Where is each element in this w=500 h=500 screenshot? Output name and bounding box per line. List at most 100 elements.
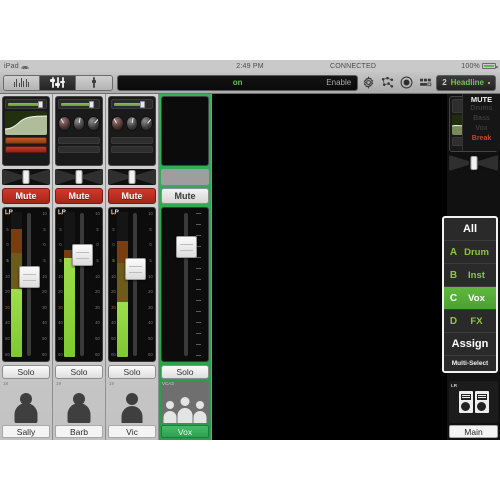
network-nodes-icon[interactable] (381, 76, 394, 89)
group-letter: A (449, 246, 458, 258)
pan-control[interactable] (55, 169, 103, 185)
comp-meter-bar[interactable] (58, 137, 100, 144)
channel-name[interactable]: Sally (2, 425, 50, 438)
fader-scale-right: 10 5 0 5 10 20 30 40 50 60 (42, 211, 47, 357)
channel-avatar[interactable]: 19 (108, 381, 156, 423)
fader-handle[interactable] (125, 258, 146, 280)
eq-knob-row[interactable] (111, 111, 154, 135)
view-mixer-button[interactable] (40, 75, 76, 90)
view-channel-button[interactable] (76, 75, 112, 90)
fader-scale-right: 10 5 0 5 10 20 30 40 50 60 (148, 211, 153, 357)
fader-block[interactable]: LR 10 5 0 5 10 20 30 40 50 60 10 5 0 5 10 20 30 40 50 60 (108, 207, 156, 362)
record-circle-icon[interactable] (400, 76, 413, 89)
view-meters-button[interactable] (4, 75, 40, 90)
preset-selector[interactable]: 2 Headline (436, 74, 496, 91)
solo-button[interactable]: Solo (55, 365, 103, 379)
fader-track[interactable] (184, 213, 188, 356)
fader-block[interactable]: LR 10 5 0 5 10 20 30 40 50 60 10 5 0 5 10 20 30 40 50 60 (55, 207, 103, 362)
channel-strip-sally[interactable]: Mute LR 10 5 0 5 10 20 30 40 50 60 10 5 0 5 10 20 30 40 (0, 94, 53, 440)
mute-groups-panel[interactable]: MUTE Drums Bass Vox Break (462, 94, 500, 151)
gate-meter-bar[interactable] (5, 146, 47, 153)
group-option-a-drum[interactable]: A Drum (444, 241, 496, 264)
fader-handle[interactable] (72, 244, 93, 266)
channel-avatar[interactable]: 19 (55, 381, 103, 423)
channel-number: 19 (109, 381, 115, 386)
assign-button[interactable]: Assign (444, 333, 496, 356)
male-silhouette-icon (121, 393, 143, 423)
mute-button[interactable]: Mute (108, 188, 156, 204)
mute-group-item-drums[interactable]: Drums (465, 104, 498, 114)
eq-high-knob[interactable] (87, 115, 101, 131)
enable-label[interactable]: Enable (326, 78, 351, 87)
channel-avatar[interactable]: VCA3 (161, 381, 209, 423)
fader-block[interactable] (161, 207, 209, 362)
fader-handle[interactable] (176, 236, 197, 258)
ipad-screen: iPad 2:49 PM CONNECTED 100% on Enable 2 … (0, 60, 500, 440)
processing-block[interactable] (2, 96, 50, 166)
group-selector-popup[interactable]: All A Drum B Inst C Vox D FX Assign Mult… (442, 216, 498, 373)
eq-mid-knob[interactable] (125, 115, 139, 131)
fader-track[interactable] (133, 213, 137, 356)
eq-high-knob[interactable] (140, 115, 154, 131)
channel-strip-vic[interactable]: Mute LR 10 5 0 5 10 20 30 40 50 60 10 5 0 5 10 20 30 40 (106, 94, 159, 440)
pan-control[interactable] (108, 169, 156, 185)
gain-slider[interactable] (5, 99, 47, 109)
group-option-c-vox[interactable]: C Vox (444, 287, 496, 310)
level-meter (64, 212, 75, 357)
mute-button[interactable]: Mute (161, 188, 209, 204)
pan-control (161, 169, 209, 185)
channel-view-icon (91, 77, 97, 88)
group-letter: B (449, 269, 458, 281)
solo-button[interactable]: Solo (161, 365, 209, 379)
mute-button[interactable]: Mute (55, 188, 103, 204)
eq-mid-knob[interactable] (72, 115, 86, 131)
processing-block[interactable] (55, 96, 103, 166)
snapshots-grid-icon[interactable] (419, 76, 432, 89)
view-mode-segmented-control[interactable] (3, 74, 113, 91)
eq-low-knob[interactable] (58, 115, 71, 131)
fader-track[interactable] (80, 213, 84, 356)
main-output-block[interactable]: LR Main (449, 381, 498, 438)
group-option-b-inst[interactable]: B Inst (444, 264, 496, 287)
fader-scale-right: 10 5 0 5 10 20 30 40 50 60 (95, 211, 100, 357)
processing-block[interactable] (161, 96, 209, 166)
channel-avatar[interactable]: 18 (2, 381, 50, 423)
preset-number: 2 (442, 78, 447, 87)
comp-meter-bar[interactable] (5, 137, 47, 144)
eq-low-knob[interactable] (111, 115, 124, 131)
female-silhouette-icon (67, 393, 91, 423)
global-state-bar[interactable]: on Enable (117, 74, 359, 91)
mute-button[interactable]: Mute (2, 188, 50, 204)
group-option-d-fx[interactable]: D FX (444, 310, 496, 333)
gear-icon[interactable] (362, 76, 375, 89)
solo-button[interactable]: Solo (2, 365, 50, 379)
status-clock: 2:49 PM (236, 62, 264, 70)
eq-knob-row[interactable] (58, 111, 101, 135)
mute-group-item-bass[interactable]: Bass (465, 114, 498, 124)
gate-meter-bar[interactable] (111, 146, 153, 153)
main-avatar[interactable]: LR (449, 381, 498, 423)
processing-block[interactable] (108, 96, 156, 166)
solo-button[interactable]: Solo (108, 365, 156, 379)
gain-slider[interactable] (58, 99, 100, 109)
gate-meter-bar[interactable] (58, 146, 100, 153)
channel-name[interactable]: Vic (108, 425, 156, 438)
channel-strip-barb[interactable]: Mute LR 10 5 0 5 10 20 30 40 50 60 10 5 0 5 10 20 30 40 (53, 94, 106, 440)
fader-handle[interactable] (19, 266, 40, 288)
multi-select-toggle[interactable]: Multi-Select (444, 356, 496, 371)
channel-name[interactable]: Vox (161, 425, 209, 438)
gain-slider[interactable] (111, 99, 153, 109)
group-option-all[interactable]: All (444, 218, 496, 241)
master-pan-control[interactable] (449, 155, 498, 171)
main-name[interactable]: Main (449, 425, 498, 438)
comp-meter-bar[interactable] (111, 137, 153, 144)
eq-curve-graph[interactable] (5, 111, 47, 135)
channel-name[interactable]: Barb (55, 425, 103, 438)
fader-block[interactable]: LR 10 5 0 5 10 20 30 40 50 60 10 5 0 5 10 20 30 40 50 60 (2, 207, 50, 362)
mute-group-item-break[interactable]: Break (465, 134, 498, 144)
letterbox-bottom (0, 440, 500, 500)
channel-strip-vox[interactable]: Mute Solo VCA3 Vox (159, 94, 212, 440)
pan-control[interactable] (2, 169, 50, 185)
mixer-view-icon (50, 77, 65, 88)
mute-group-item-vox[interactable]: Vox (465, 124, 498, 134)
